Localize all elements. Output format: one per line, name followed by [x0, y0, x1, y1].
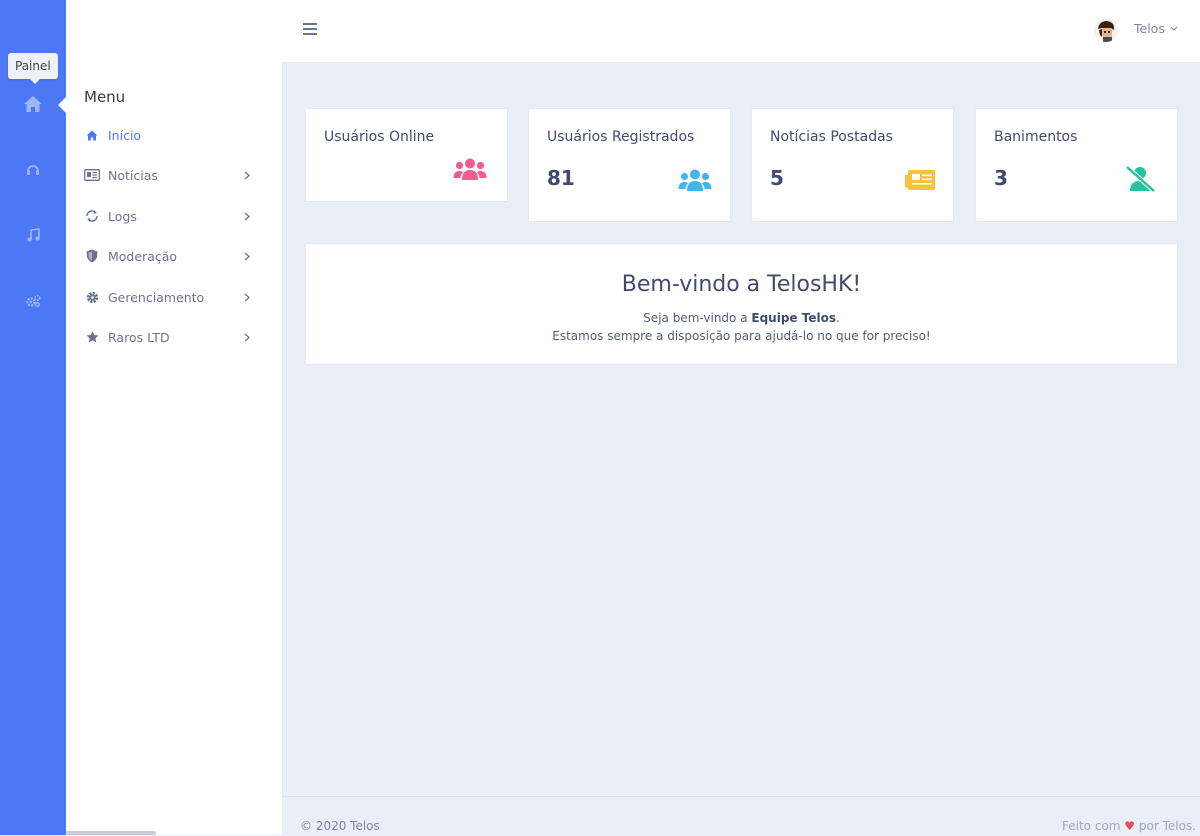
users-icon	[452, 155, 488, 183]
card-title: Usuários Registrados	[547, 129, 695, 145]
sidebar-item-label: Logs	[108, 208, 137, 224]
newspaper-icon	[902, 166, 938, 194]
stat-card-noticias-postadas: Notícias Postadas 5	[751, 108, 954, 222]
stat-card-banimentos: Banimentos 3	[975, 108, 1178, 222]
stat-card-usuarios-registrados: Usuários Registrados 81	[528, 108, 731, 222]
home-icon	[84, 127, 100, 143]
star-icon	[84, 329, 100, 345]
stat-card-usuarios-online: Usuários Online	[305, 108, 508, 202]
user-slash-icon	[1122, 165, 1158, 193]
top-bar: Telos	[282, 0, 1200, 63]
copyright: © 2020 Telos	[300, 819, 380, 833]
scrollbar[interactable]	[66, 831, 156, 835]
chevron-down-icon	[1170, 26, 1178, 31]
heart-icon: ♥	[1124, 819, 1136, 833]
welcome-line-1-suffix: .	[835, 311, 840, 325]
sidebar-item-noticias[interactable]: Notícias	[84, 164, 252, 186]
sidebar-item-raros-ltd[interactable]: Raros LTD	[84, 326, 252, 348]
made-prefix: Feito com	[1062, 819, 1125, 833]
gear-icon	[84, 289, 100, 305]
welcome-line-1-prefix: Seja bem-vindo a	[643, 311, 752, 325]
team-name: Equipe Telos	[751, 311, 836, 325]
home-icon[interactable]	[21, 92, 45, 116]
avatar[interactable]	[1094, 18, 1118, 42]
sidebar-item-logs[interactable]: Logs	[84, 205, 252, 227]
refresh-icon	[84, 208, 100, 224]
welcome-heading: Bem-vindo a TelosHK!	[621, 272, 862, 297]
user-menu[interactable]: Telos	[1134, 21, 1178, 36]
sidebar-item-label: Início	[108, 127, 142, 143]
card-value: 3	[994, 166, 1008, 190]
newspaper-icon	[84, 167, 100, 183]
sidebar-item-moderacao[interactable]: Moderação	[84, 245, 252, 267]
chevron-right-icon	[242, 251, 252, 261]
chevron-right-icon	[242, 211, 252, 221]
sidebar-item-label: Moderação	[108, 248, 178, 264]
card-value: 5	[770, 166, 784, 190]
welcome-line-2: Estamos sempre a disposição para ajudá-l…	[552, 329, 931, 343]
welcome-panel: Bem-vindo a TelosHK! Seja bem-vindo a Eq…	[305, 243, 1178, 365]
chevron-right-icon	[242, 332, 252, 342]
gears-icon[interactable]	[21, 289, 45, 313]
made-with: Feito com ♥ por Telos.	[1062, 819, 1196, 833]
music-icon[interactable]	[21, 223, 45, 247]
rail-tooltip: Painel	[8, 53, 58, 84]
chevron-right-icon	[242, 170, 252, 180]
footer: © 2020 Telos Feito com ♥ por Telos.	[282, 796, 1200, 836]
sidebar-item-label: Notícias	[108, 167, 158, 183]
card-title: Notícias Postadas	[770, 129, 893, 145]
icon-rail	[0, 0, 66, 835]
headset-icon[interactable]	[21, 158, 45, 182]
sidebar: Menu Início Notícias Logs Moderação Gere…	[66, 0, 283, 835]
sidebar-item-gerenciamento[interactable]: Gerenciamento	[84, 286, 252, 308]
user-name: Telos	[1134, 21, 1165, 36]
sidebar-item-label: Raros LTD	[108, 329, 170, 345]
welcome-line-1: Seja bem-vindo a Equipe Telos.	[306, 311, 1177, 325]
made-suffix: por Telos.	[1135, 819, 1196, 833]
tooltip-label: Painel	[15, 59, 51, 73]
card-value: 81	[547, 166, 575, 190]
menu-title: Menu	[84, 88, 126, 106]
users-icon	[677, 166, 713, 194]
shield-icon	[84, 248, 100, 264]
chevron-right-icon	[242, 292, 252, 302]
sidebar-item-inicio[interactable]: Início	[84, 124, 252, 146]
hamburger-menu-icon[interactable]	[302, 21, 318, 37]
active-pointer	[58, 97, 66, 113]
card-title: Banimentos	[994, 129, 1078, 145]
sidebar-item-label: Gerenciamento	[108, 289, 205, 305]
card-title: Usuários Online	[324, 129, 435, 145]
